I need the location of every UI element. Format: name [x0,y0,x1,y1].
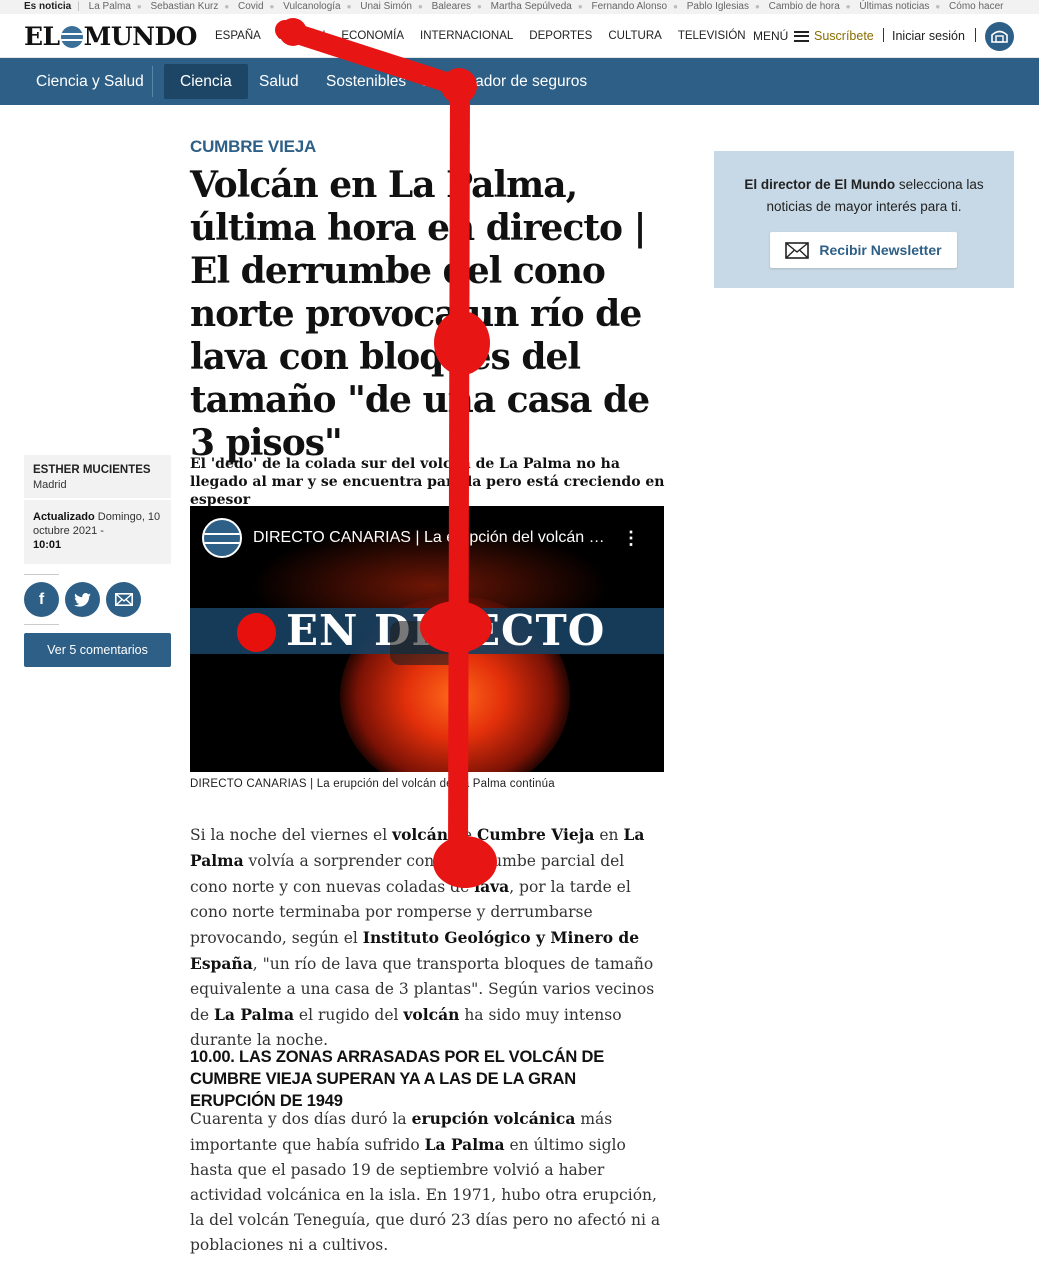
user-account-button[interactable] [985,22,1014,51]
article-paragraph: Si la noche del viernes el volcán de Cum… [190,825,655,1049]
header-divider [883,28,884,42]
author-box: ESTHER MUCIENTES Madrid Actualizado Domi… [24,455,171,564]
video-title[interactable]: DIRECTO CANARIAS | La erupción del volcá… [253,529,608,547]
nav-item-opinion[interactable]: OPINIÓN [277,30,326,42]
site-logo[interactable]: EL MUNDO [24,22,197,51]
ticker-item[interactable]: Vulcanología [283,1,340,12]
ticker-item[interactable]: La Palma [89,1,131,12]
article-kicker[interactable]: CUMBRE VIEJA [190,137,316,157]
share-divider [24,624,59,625]
facebook-icon: f [38,590,45,608]
nav-item-cultura[interactable]: CULTURA [608,30,661,42]
menu-label: MENÚ [753,29,789,43]
channel-logo-icon[interactable] [202,518,242,558]
author-name[interactable]: ESTHER MUCIENTES [33,464,162,476]
twitter-share-button[interactable] [65,582,100,617]
ticker-item[interactable]: Pablo Iglesias [687,1,749,12]
video-player[interactable]: EN DIRECTO DIRECTO CANARIAS | La erupció… [190,506,664,772]
newsletter-button[interactable]: Recibir Newsletter [770,232,957,268]
facebook-share-button[interactable]: f [24,582,59,617]
record-dot-icon [237,613,276,652]
ticker-item[interactable]: Últimas noticias [859,1,929,12]
newsletter-button-label: Recibir Newsletter [819,242,942,258]
share-divider [24,574,59,575]
kebab-icon[interactable]: ⋮ [622,529,640,547]
ticker-item[interactable]: Fernando Alonso [591,1,667,12]
subscribe-link[interactable]: Suscríbete [814,29,874,43]
mail-icon [114,593,133,606]
header-divider [975,28,976,42]
article-standfirst: El 'dedo' de la colada sur del volcán de… [190,456,665,508]
updated-time: 10:01 [33,539,62,551]
twitter-icon [74,592,91,607]
ticker-label: Es noticia [24,1,72,12]
site-header: EL MUNDO ESPAÑA OPINIÓN ECONOMÍA INTERNA… [0,14,1039,58]
hamburger-icon [794,30,810,42]
envelope-icon [785,241,810,259]
ticker-item[interactable]: Cómo hacer [949,1,1003,12]
article-headline: Volcán en La Palma, última hora en direc… [190,164,650,464]
section-title[interactable]: Ciencia y Salud [36,64,144,99]
newsletter-text: El director de El Mundo selecciona las n… [714,174,1014,218]
nav-item-internacional[interactable]: INTERNACIONAL [420,30,513,42]
nav-item-espana[interactable]: ESPAÑA [215,30,261,42]
tab-comparador-seguros[interactable]: Comparador de seguros [420,64,587,99]
ticker-item[interactable]: Baleares [432,1,471,12]
section-bar: Ciencia y Salud Ciencia Salud Sostenible… [0,58,1039,105]
comments-button[interactable]: Ver 5 comentarios [24,633,171,667]
newsletter-text-bold: El director de El Mundo [744,177,896,192]
ticker-item[interactable]: Martha Sepúlveda [491,1,572,12]
article-paragraph: Cuarenta y dos días duró la erupción vol… [190,1109,661,1254]
main-nav: ESPAÑA OPINIÓN ECONOMÍA INTERNACIONAL DE… [215,30,746,42]
play-button[interactable] [390,621,458,665]
user-icon [991,30,1008,43]
ticker-item[interactable]: Sebastian Kurz [151,1,219,12]
menu-button[interactable]: MENÚ [753,29,810,43]
section-divider [152,66,153,97]
tab-salud[interactable]: Salud [259,64,299,99]
nav-item-economia[interactable]: ECONOMÍA [341,30,404,42]
nav-item-television[interactable]: TELEVISIÓN [678,30,746,42]
email-share-button[interactable] [106,582,141,617]
video-caption: DIRECTO CANARIAS | La erupción del volcá… [190,778,555,790]
nav-item-deportes[interactable]: DEPORTES [529,30,592,42]
trending-ticker: Es noticia | La Palma ● Sebastian Kurz ● Co… [0,0,1039,14]
login-link[interactable]: Iniciar sesión [892,29,965,43]
updated-info: Actualizado Domingo, 10 octubre 2021 - 1… [24,500,171,564]
ticker-item[interactable]: Cambio de hora [769,1,840,12]
updated-label: Actualizado [33,511,95,523]
author-city: Madrid [33,479,67,491]
logo-text-right: MUNDO [83,22,198,51]
logo-text-left: EL [24,22,60,51]
tab-sostenibles[interactable]: Sostenibles [326,64,406,99]
newsletter-box: El director de El Mundo selecciona las n… [714,151,1014,288]
tab-ciencia[interactable]: Ciencia [164,64,248,99]
share-buttons: f [24,582,141,617]
globe-logo-icon [60,25,83,48]
ticker-item[interactable]: Covid [238,1,264,12]
ticker-item[interactable]: Unai Simón [360,1,412,12]
live-update-heading: 10.00. Las zonas arrasadas por el volcán… [190,1048,605,1110]
